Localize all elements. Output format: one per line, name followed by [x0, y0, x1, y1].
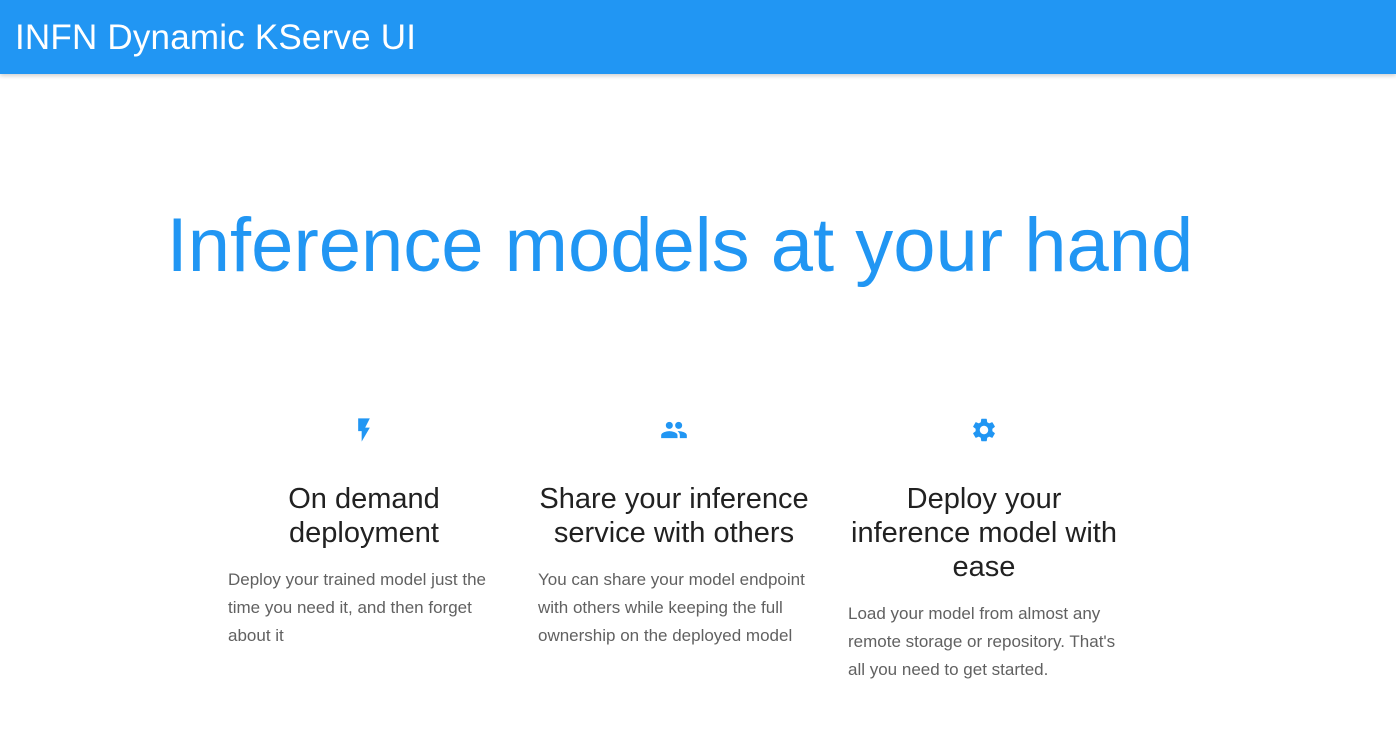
app-bar: INFN Dynamic KServe UI [0, 0, 1396, 74]
hero-headline: Inference models at your hand [166, 203, 1194, 288]
feature-deploy: Deploy your inference model with ease Lo… [848, 414, 1120, 684]
feature-share: Share your inference service with others… [538, 414, 810, 684]
app-title[interactable]: INFN Dynamic KServe UI [15, 20, 416, 55]
feature-description: You can share your model endpoint with o… [538, 570, 805, 645]
feature-description: Deploy your trained model just the time … [228, 570, 486, 645]
feature-title: On demand deployment [288, 483, 440, 549]
feature-title: Deploy your inference model with ease [851, 483, 1117, 583]
feature-on-demand: On demand deployment Deploy your trained… [228, 414, 500, 684]
feature-description: Load your model from almost any remote s… [848, 604, 1116, 679]
gear-icon [968, 414, 1000, 446]
features-section: On demand deployment Deploy your trained… [228, 414, 1158, 684]
people-group-icon [658, 414, 690, 446]
feature-title: Share your inference service with others [539, 483, 809, 549]
lightning-bolt-icon [348, 414, 380, 446]
